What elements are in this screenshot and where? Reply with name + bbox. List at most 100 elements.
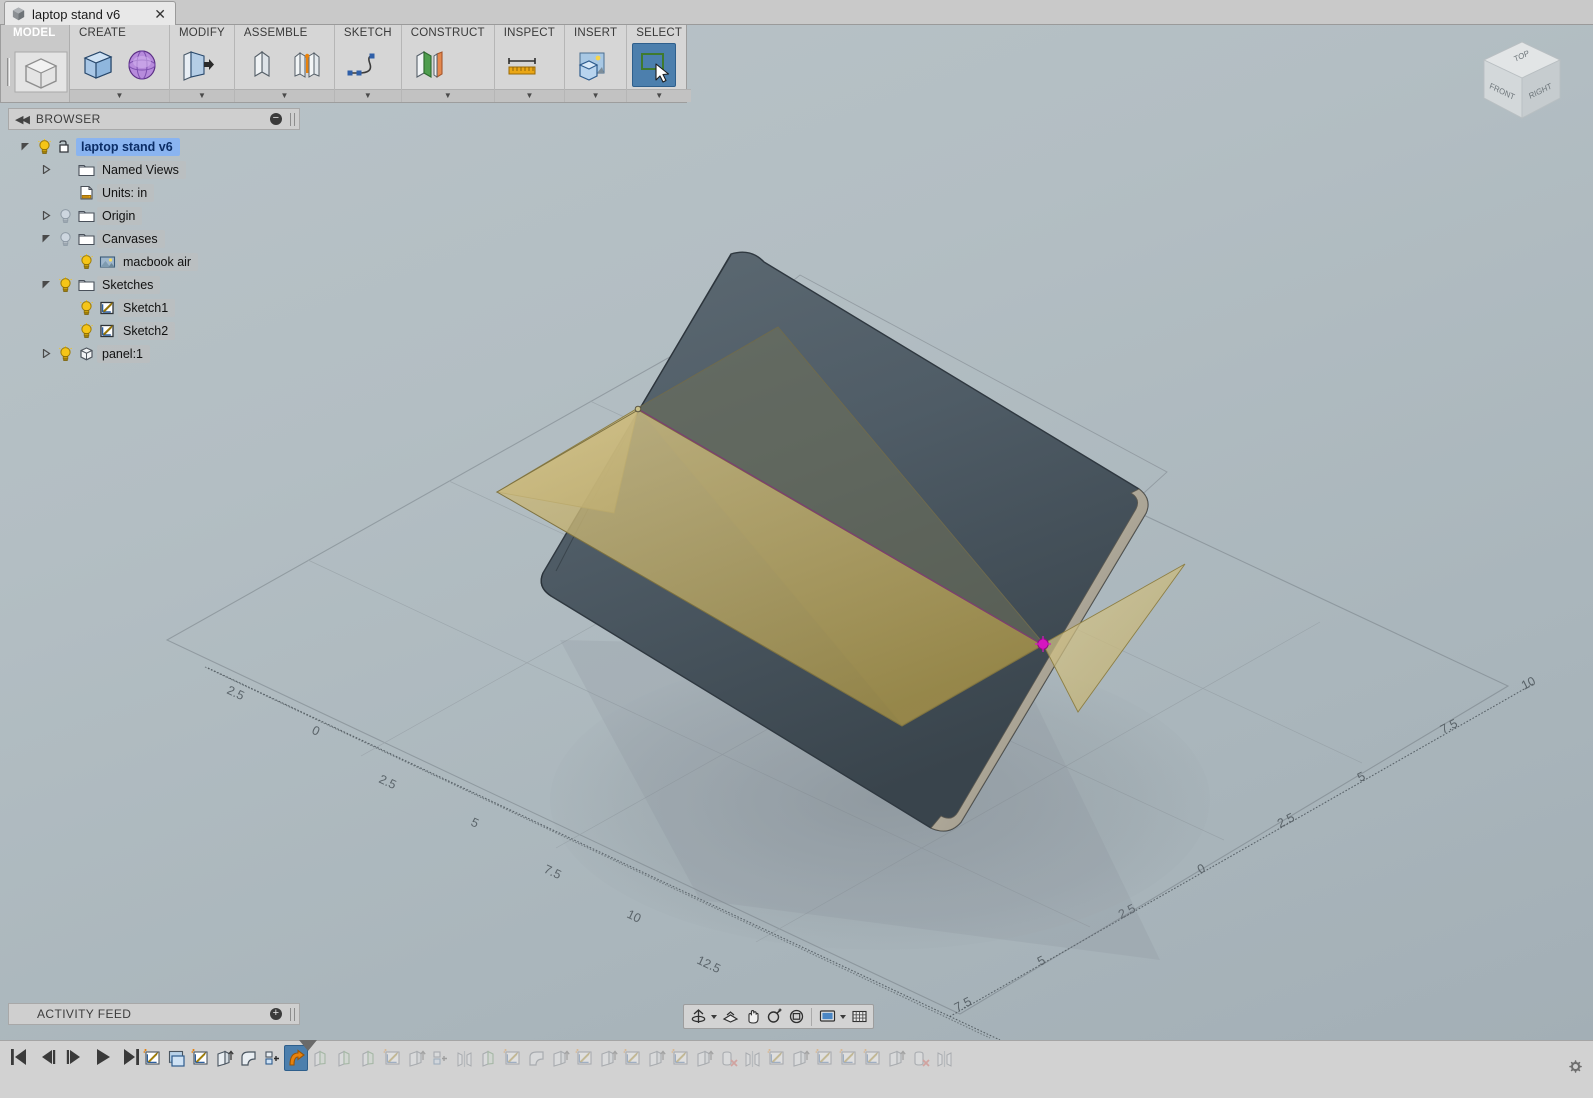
timeline-play-button[interactable]: [92, 1045, 114, 1069]
tree-item-laptop-stand-v6[interactable]: laptop stand v6: [8, 135, 300, 158]
document-tab[interactable]: laptop stand v6 ✕: [4, 1, 176, 26]
zoom-button[interactable]: [763, 1006, 785, 1027]
collapse-icon[interactable]: ◀◀: [15, 113, 30, 126]
minimize-icon[interactable]: −: [270, 113, 282, 125]
feature-extrude[interactable]: [692, 1045, 716, 1071]
feature-sketch[interactable]: [380, 1045, 404, 1071]
grid-snaps-button[interactable]: [848, 1006, 870, 1027]
light-bulb-on-icon[interactable]: [76, 250, 96, 273]
timeline-step-forward-button[interactable]: [64, 1045, 86, 1069]
create-sphere-button[interactable]: [120, 43, 164, 87]
assemble-new-component-button[interactable]: [240, 43, 284, 87]
tree-item-sketches[interactable]: Sketches: [8, 273, 300, 296]
feature-plane[interactable]: [476, 1045, 500, 1071]
timeline-go-start-button[interactable]: [8, 1045, 30, 1069]
display-settings-button[interactable]: [816, 1006, 838, 1027]
assemble-joint-button[interactable]: [285, 43, 329, 87]
feature-plane[interactable]: [308, 1045, 332, 1071]
select-tool-button[interactable]: [632, 43, 677, 87]
modify-press-pull-button[interactable]: [175, 43, 219, 87]
feature-plane[interactable]: [332, 1045, 356, 1071]
light-bulb-on-icon[interactable]: [55, 273, 75, 296]
tree-item-macbook-air[interactable]: macbook air: [8, 250, 300, 273]
light-bulb-on-icon[interactable]: [76, 319, 96, 342]
tree-item-sketch1[interactable]: Sketch1: [8, 296, 300, 319]
tree-item-named-views[interactable]: Named Views: [8, 158, 300, 181]
feature-component[interactable]: [260, 1045, 284, 1071]
feature-mirror[interactable]: [932, 1045, 956, 1071]
insert-dropdown[interactable]: ▼: [565, 89, 627, 102]
tree-twisty-expanded[interactable]: [17, 135, 34, 158]
select-dropdown[interactable]: ▼: [627, 89, 692, 102]
view-cube[interactable]: TOP FRONT RIGHT: [1474, 34, 1570, 130]
feature-component[interactable]: [428, 1045, 452, 1071]
feature-plane[interactable]: [356, 1045, 380, 1071]
timeline-settings-button[interactable]: [1565, 1057, 1585, 1080]
feature-extrude[interactable]: [788, 1045, 812, 1071]
insert-canvas-button[interactable]: [570, 43, 614, 87]
assemble-dropdown[interactable]: ▼: [234, 89, 334, 102]
feature-delete[interactable]: [716, 1045, 740, 1071]
orbit-dropdown[interactable]: [709, 1014, 719, 1019]
feature-move[interactable]: [284, 1040, 317, 1071]
feature-mirror[interactable]: [452, 1045, 476, 1071]
create-box-button[interactable]: [75, 43, 119, 87]
feature-fillet[interactable]: [236, 1045, 260, 1071]
display-settings-dropdown[interactable]: [838, 1014, 848, 1019]
tree-item-origin[interactable]: Origin: [8, 204, 300, 227]
expand-icon[interactable]: +: [270, 1008, 282, 1020]
tree-twisty-collapsed[interactable]: [38, 204, 55, 227]
feature-canvas[interactable]: [164, 1045, 188, 1071]
feature-mirror[interactable]: [740, 1045, 764, 1071]
sketch-dropdown[interactable]: ▼: [334, 89, 401, 102]
workspace-switcher[interactable]: MODEL: [1, 25, 70, 102]
create-dropdown[interactable]: ▼: [70, 89, 169, 102]
tree-twisty-expanded[interactable]: [38, 227, 55, 250]
tree-twisty-expanded[interactable]: [38, 273, 55, 296]
light-bulb-off-icon[interactable]: [55, 227, 75, 250]
feature-sketch[interactable]: [500, 1045, 524, 1071]
feature-sketch[interactable]: [620, 1045, 644, 1071]
tree-item-units-in[interactable]: Units: in: [8, 181, 300, 204]
light-bulb-on-icon[interactable]: [55, 342, 75, 365]
close-icon[interactable]: ✕: [151, 6, 169, 23]
feature-extrude[interactable]: [884, 1045, 908, 1071]
feature-sketch[interactable]: [572, 1045, 596, 1071]
feature-sketch[interactable]: [188, 1045, 212, 1071]
inspect-dropdown[interactable]: ▼: [494, 89, 565, 102]
look-at-button[interactable]: [719, 1006, 741, 1027]
panel-resize-grip[interactable]: [290, 1007, 295, 1021]
pan-button[interactable]: [741, 1006, 763, 1027]
tree-twisty-collapsed[interactable]: [38, 158, 55, 181]
feature-sketch[interactable]: [860, 1045, 884, 1071]
feature-extrude[interactable]: [404, 1045, 428, 1071]
feature-extrude[interactable]: [644, 1045, 668, 1071]
light-bulb-on-icon[interactable]: [34, 135, 54, 158]
feature-delete[interactable]: [908, 1045, 932, 1071]
construct-dropdown[interactable]: ▼: [401, 89, 494, 102]
orbit-button[interactable]: [687, 1006, 709, 1027]
feature-sketch[interactable]: [812, 1045, 836, 1071]
feature-extrude[interactable]: [548, 1045, 572, 1071]
light-bulb-on-icon[interactable]: [76, 296, 96, 319]
feature-extrude[interactable]: [596, 1045, 620, 1071]
tree-twisty-collapsed[interactable]: [38, 342, 55, 365]
inspect-measure-button[interactable]: [500, 43, 544, 87]
feature-sketch[interactable]: [140, 1045, 164, 1071]
feature-extrude[interactable]: [212, 1045, 236, 1071]
fit-button[interactable]: [785, 1006, 807, 1027]
tree-item-sketch2[interactable]: Sketch2: [8, 319, 300, 342]
construct-plane-button[interactable]: [407, 43, 451, 87]
toolbar-grip[interactable]: [7, 57, 10, 86]
feature-sketch[interactable]: [836, 1045, 860, 1071]
feature-sketch[interactable]: [668, 1045, 692, 1071]
feature-sketch[interactable]: [764, 1045, 788, 1071]
modify-dropdown[interactable]: ▼: [170, 89, 234, 102]
tree-item-canvases[interactable]: Canvases: [8, 227, 300, 250]
tree-item-panel-1[interactable]: panel:1: [8, 342, 300, 365]
panel-resize-grip[interactable]: [290, 112, 295, 126]
timeline-step-back-button[interactable]: [36, 1045, 58, 1069]
sketch-spline-button[interactable]: [340, 43, 384, 87]
timeline-go-end-button[interactable]: [120, 1045, 142, 1069]
feature-fillet[interactable]: [524, 1045, 548, 1071]
